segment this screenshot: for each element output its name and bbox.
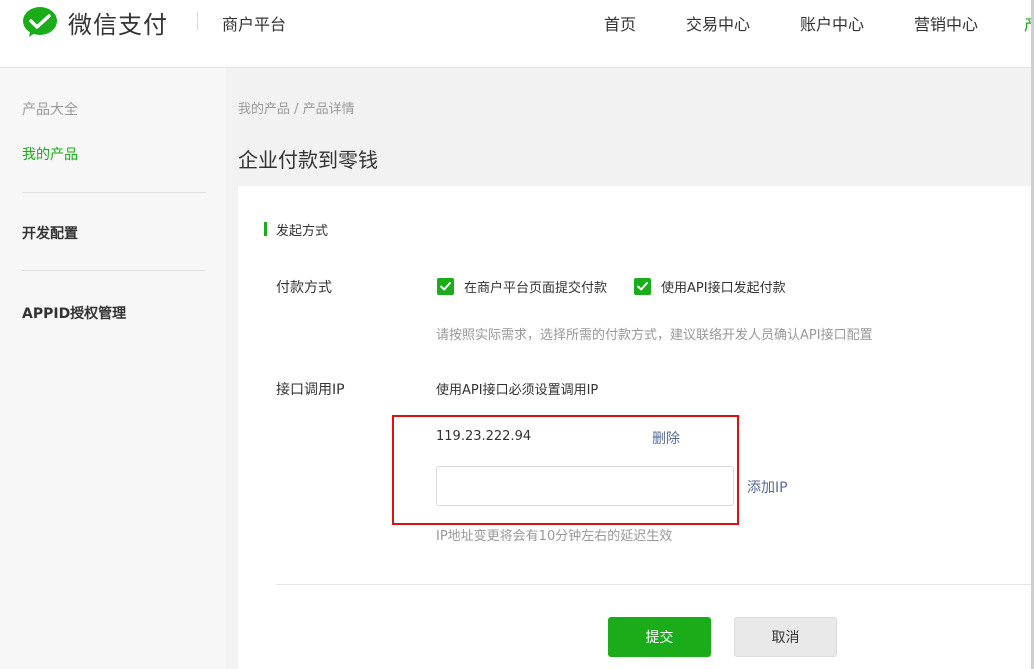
checkbox-api[interactable] [634,278,651,295]
add-ip-link[interactable]: 添加IP [747,477,788,497]
checkbox-merchant-page-label[interactable]: 在商户平台页面提交付款 [464,277,607,296]
nav-transactions[interactable]: 交易中心 [686,11,750,35]
check-icon [440,282,451,291]
platform-title: 商户平台 [222,15,287,34]
top-bar: 微信支付 商户平台 首页 交易中心 账户中心 营销中心 产 [0,0,1034,68]
section-title: 发起方式 [276,224,329,239]
cancel-button[interactable]: 取消 [734,617,837,657]
logo-text: 微信支付 [68,10,168,39]
page-title: 企业付款到零钱 [238,148,378,172]
breadcrumb: 我的产品 / 产品详情 [238,102,355,117]
sidebar-item-my-products[interactable]: 我的产品 [22,144,78,164]
section-accent-bar [264,222,267,236]
wechat-pay-logo-icon [23,7,57,37]
payment-method-label: 付款方式 [276,280,332,296]
ip-label: 接口调用IP [276,382,345,398]
sidebar-item-appid-auth[interactable]: APPID授权管理 [22,303,126,323]
check-icon [637,282,648,291]
sidebar-group-title: 产品大全 [22,102,78,118]
checkbox-merchant-page[interactable] [437,278,454,295]
sidebar-item-dev-config[interactable]: 开发配置 [22,223,78,243]
payment-method-hint: 请按照实际需求，选择所需的付款方式，建议联络开发人员确认API接口配置 [436,328,873,343]
nav-marketing[interactable]: 营销中心 [914,11,978,35]
sidebar-divider [22,270,206,271]
card-divider [276,584,1034,585]
sidebar-divider [22,192,206,193]
wechat-pay-logo[interactable]: 微信支付 [22,6,168,39]
ip-change-hint: IP地址变更将会有10分钟左右的延迟生效 [436,529,673,544]
sidebar: 产品大全 我的产品 开发配置 APPID授权管理 [0,68,226,669]
nav-account[interactable]: 账户中心 [800,11,864,35]
submit-button[interactable]: 提交 [608,617,711,657]
main-content: 我的产品 / 产品详情 企业付款到零钱 发起方式 付款方式 在商户平台页面提交付… [226,68,1034,669]
header-divider [197,12,198,30]
highlight-annotation-box [392,415,739,525]
checkbox-api-label[interactable]: 使用API接口发起付款 [661,277,786,296]
nav-home[interactable]: 首页 [604,11,636,35]
ip-description: 使用API接口必须设置调用IP [436,383,599,398]
